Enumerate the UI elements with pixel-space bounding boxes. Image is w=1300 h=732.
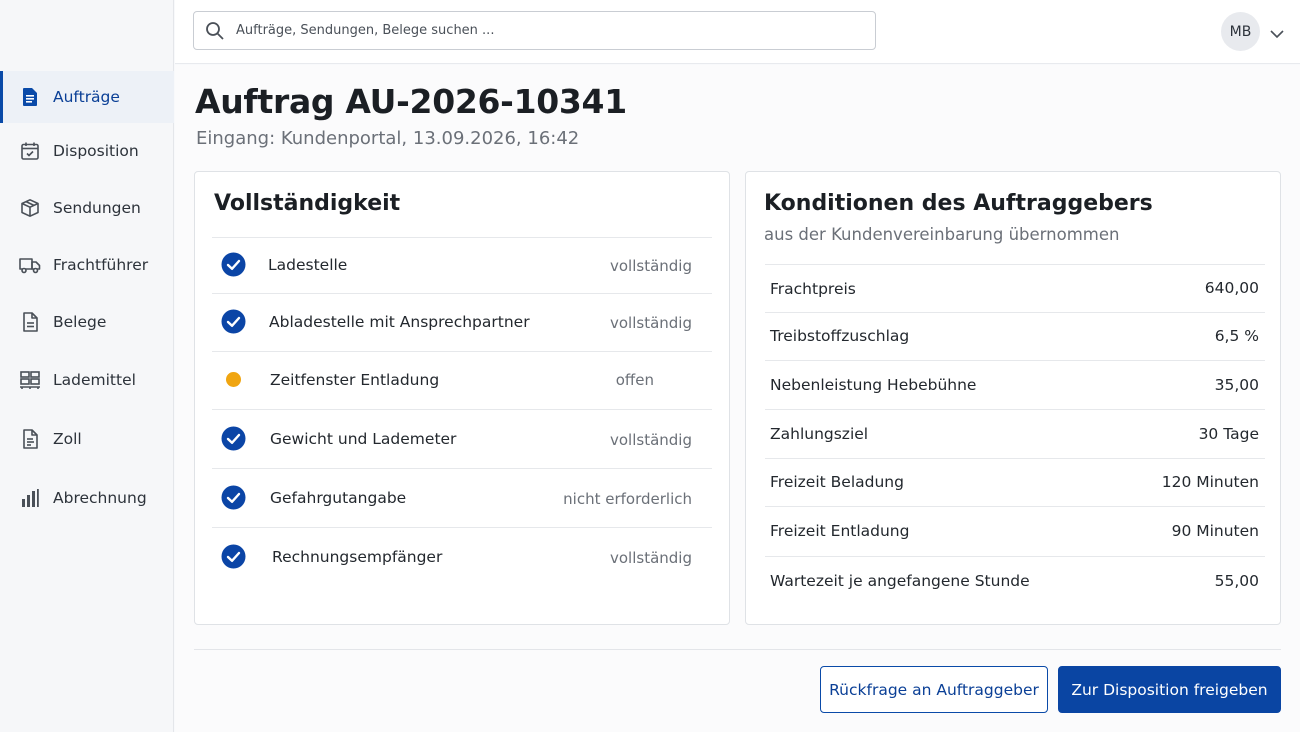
condition-label: Freizeit Beladung bbox=[770, 473, 904, 491]
pending-dot-icon bbox=[226, 372, 241, 391]
conditions-subtitle: aus der Kundenvereinbarung übernommen bbox=[764, 225, 1120, 244]
sidebar-item-label: Aufträge bbox=[53, 88, 120, 106]
sidebar-item-lademittel[interactable]: Lademittel bbox=[0, 355, 174, 405]
sidebar-item-abrechnung[interactable]: Abrechnung bbox=[0, 473, 174, 523]
condition-row: Nebenleistung Hebebühne 35,00 bbox=[765, 360, 1265, 409]
completeness-title: Vollständigkeit bbox=[214, 191, 401, 216]
condition-row: Freizeit Beladung 120 Minuten bbox=[765, 458, 1265, 506]
check-circle-icon bbox=[221, 309, 246, 338]
condition-label: Freizeit Entladung bbox=[770, 522, 910, 540]
condition-label: Zahlungsziel bbox=[770, 425, 869, 443]
page-subtitle: Eingang: Kundenportal, 13.09.2026, 16:42 bbox=[196, 128, 580, 149]
check-circle-icon bbox=[221, 485, 246, 514]
sidebar-item-label: Belege bbox=[53, 313, 107, 331]
conditions-title: Konditionen des Auftraggebers bbox=[764, 191, 1153, 216]
completeness-row: Ladestelle vollständig bbox=[212, 237, 712, 293]
sidebar-item-zoll[interactable]: Zoll bbox=[0, 414, 174, 464]
condition-value: 55,00 bbox=[1214, 572, 1259, 590]
condition-row: Zahlungsziel 30 Tage bbox=[765, 409, 1265, 458]
sidebar-item-label: Sendungen bbox=[53, 199, 141, 217]
conditions-card: Konditionen des Auftraggebers aus der Ku… bbox=[745, 171, 1281, 625]
completeness-state: vollständig bbox=[610, 549, 692, 567]
footer-divider bbox=[194, 649, 1281, 650]
calendar-icon bbox=[19, 140, 41, 162]
check-circle-icon bbox=[221, 252, 246, 281]
box-icon bbox=[19, 197, 41, 219]
sidebar-item-label: Lademittel bbox=[53, 371, 136, 389]
condition-value: 6,5 % bbox=[1214, 327, 1259, 345]
file-icon bbox=[19, 311, 41, 333]
completeness-row: Gewicht und Lademeter vollständig bbox=[212, 409, 712, 468]
condition-row: Wartezeit je angefangene Stunde 55,00 bbox=[765, 556, 1265, 606]
sidebar-item-label: Zoll bbox=[53, 430, 82, 448]
condition-row: Freizeit Entladung 90 Minuten bbox=[765, 506, 1265, 556]
completeness-label: Abladestelle mit Ansprechpartner bbox=[269, 313, 530, 331]
document-icon bbox=[19, 86, 41, 108]
sidebar-item-label: Frachtführer bbox=[53, 256, 149, 274]
completeness-label: Gewicht und Lademeter bbox=[270, 430, 457, 448]
top-bar: MB bbox=[175, 0, 1300, 64]
check-circle-icon bbox=[221, 544, 246, 573]
completeness-row: Abladestelle mit Ansprechpartner vollstä… bbox=[212, 293, 712, 351]
condition-label: Nebenleistung Hebebühne bbox=[770, 376, 977, 394]
completeness-state: offen bbox=[615, 371, 654, 389]
sidebar-item-label: Disposition bbox=[53, 142, 139, 160]
completeness-label: Zeitfenster Entladung bbox=[270, 371, 440, 389]
sidebar-item-sendungen[interactable]: Sendungen bbox=[0, 183, 174, 233]
sidebar-item-belege[interactable]: Belege bbox=[0, 297, 174, 347]
search-input[interactable] bbox=[236, 12, 856, 49]
sidebar-item-frachtfuehrer[interactable]: Frachtführer bbox=[0, 240, 174, 290]
condition-value: 120 Minuten bbox=[1161, 473, 1259, 491]
customs-document-icon bbox=[19, 428, 41, 450]
sidebar-item-disposition[interactable]: Disposition bbox=[0, 126, 174, 176]
search-icon bbox=[205, 21, 225, 45]
condition-row: Treibstoffzuschlag 6,5 % bbox=[765, 312, 1265, 360]
chevron-down-icon[interactable] bbox=[1270, 24, 1284, 43]
truck-icon bbox=[19, 254, 41, 276]
completeness-card: Vollständigkeit Ladestelle vollständig A… bbox=[194, 171, 730, 625]
completeness-label: Ladestelle bbox=[268, 256, 348, 274]
condition-value: 640,00 bbox=[1204, 279, 1259, 297]
request-client-button[interactable]: Rückfrage an Auftraggeber bbox=[820, 666, 1048, 713]
completeness-row: Gefahrgutangabe nicht erforderlich bbox=[212, 468, 712, 527]
completeness-label: Gefahrgutangabe bbox=[270, 489, 407, 507]
condition-label: Treibstoffzuschlag bbox=[770, 327, 910, 345]
condition-value: 30 Tage bbox=[1198, 425, 1259, 443]
sidebar-item-label: Abrechnung bbox=[53, 489, 147, 507]
sidebar: Aufträge Disposition Sendungen Frachtfüh… bbox=[0, 0, 174, 732]
completeness-state: vollständig bbox=[610, 257, 692, 275]
check-circle-icon bbox=[221, 426, 246, 455]
page-title: Auftrag AU-2026-10341 bbox=[195, 82, 627, 121]
completeness-row: Zeitfenster Entladung offen bbox=[212, 351, 712, 409]
completeness-state: vollständig bbox=[610, 431, 692, 449]
release-to-disposition-button[interactable]: Zur Disposition freigeben bbox=[1058, 666, 1281, 713]
condition-row: Frachtpreis 640,00 bbox=[765, 264, 1265, 312]
pallet-icon bbox=[19, 369, 41, 391]
completeness-label: Rechnungsempfänger bbox=[272, 548, 443, 566]
completeness-state: nicht erforderlich bbox=[563, 490, 692, 508]
condition-value: 90 Minuten bbox=[1171, 522, 1259, 540]
completeness-state: vollständig bbox=[610, 314, 692, 332]
condition-label: Frachtpreis bbox=[770, 280, 856, 298]
completeness-row: Rechnungsempfänger vollständig bbox=[212, 527, 712, 587]
condition-label: Wartezeit je angefangene Stunde bbox=[770, 572, 1030, 590]
bar-chart-icon bbox=[19, 487, 41, 509]
condition-value: 35,00 bbox=[1214, 376, 1259, 394]
search-box[interactable] bbox=[193, 11, 876, 50]
sidebar-item-auftraege[interactable]: Aufträge bbox=[0, 71, 174, 123]
avatar[interactable]: MB bbox=[1221, 12, 1260, 51]
